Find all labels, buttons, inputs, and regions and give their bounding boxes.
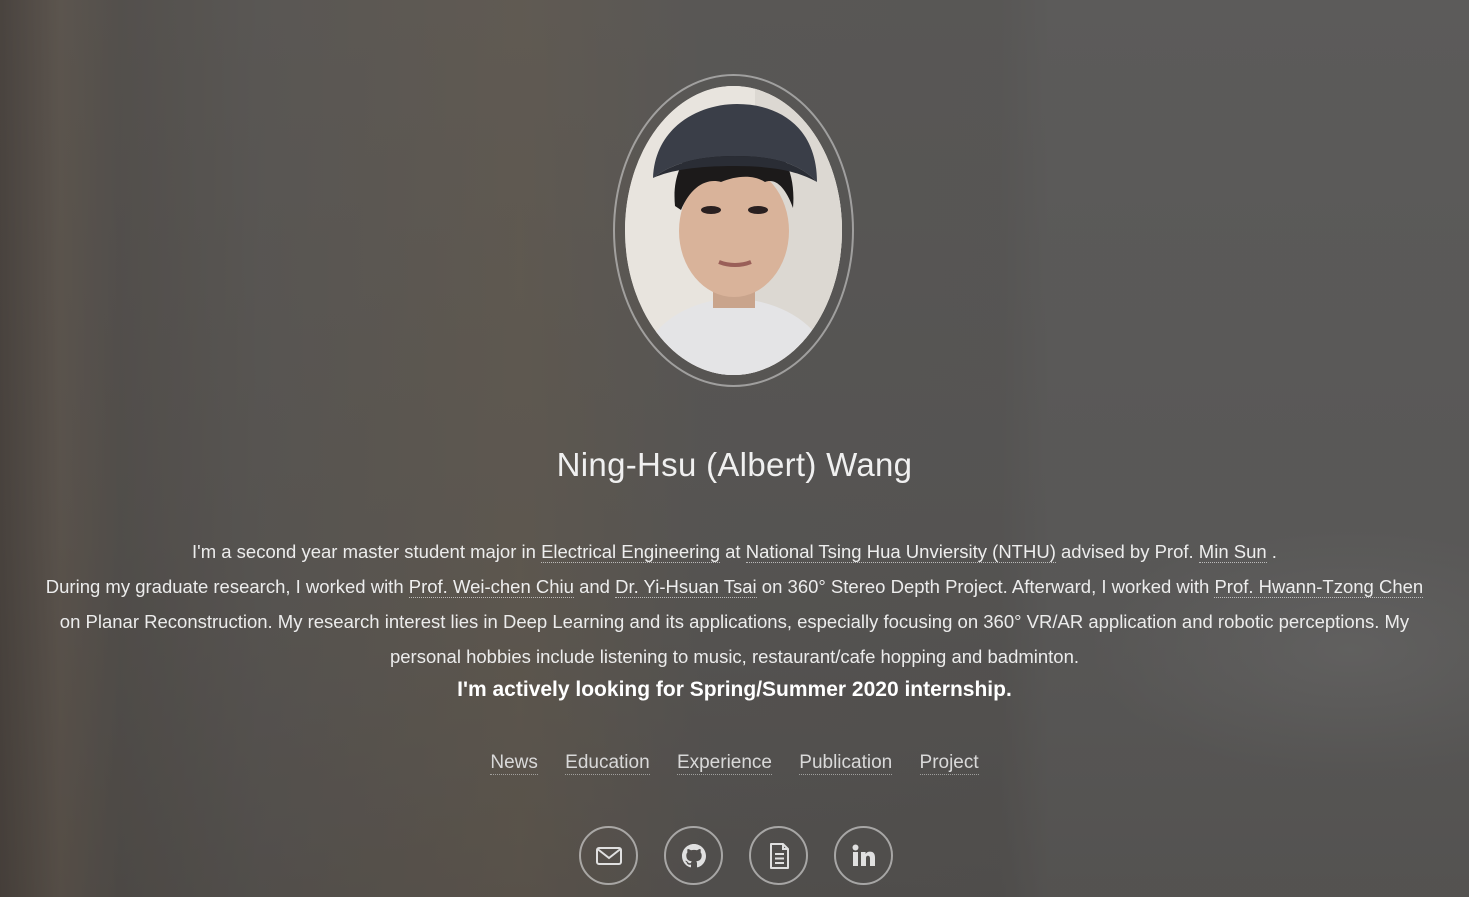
- nav-news[interactable]: News: [490, 752, 538, 775]
- nav-publication[interactable]: Publication: [799, 752, 893, 775]
- bio-text-segment: and: [573, 576, 616, 597]
- link-hwann-tzong-chen[interactable]: Prof. Hwann-Tzong Chen: [1214, 576, 1424, 598]
- profile-header: Ning-Hsu (Albert) Wang I'm a second year…: [0, 0, 1469, 897]
- envelope-icon: [595, 846, 622, 865]
- nav-experience[interactable]: Experience: [676, 752, 772, 775]
- bio-text-segment: .: [1266, 541, 1277, 562]
- link-yi-hsuan-tsai[interactable]: Dr. Yi-Hsuan Tsai: [615, 576, 757, 598]
- avatar-photo: [625, 86, 842, 375]
- avatar: [625, 86, 842, 375]
- linkedin-icon: [852, 844, 875, 866]
- bio-text-segment: advised by Prof.: [1055, 541, 1199, 562]
- link-electrical-engineering[interactable]: Electrical Engineering: [541, 541, 720, 563]
- social-links: [0, 826, 1469, 885]
- link-wei-chen-chiu[interactable]: Prof. Wei-chen Chiu: [408, 576, 574, 598]
- github-button[interactable]: [664, 826, 723, 885]
- bio-text: I'm a second year master student major i…: [40, 534, 1429, 674]
- profile-name: Ning-Hsu (Albert) Wang: [556, 446, 913, 483]
- bio-text-segment: During my graduate research, I worked wi…: [45, 576, 409, 597]
- linkedin-button[interactable]: [834, 826, 893, 885]
- email-button[interactable]: [579, 826, 638, 885]
- bio-text-segment: on Planar Reconstruction. My research in…: [59, 611, 1410, 667]
- link-nthu[interactable]: National Tsing Hua Unviersity (NTHU): [745, 541, 1056, 563]
- internship-callout: I'm actively looking for Spring/Summer 2…: [457, 678, 1012, 701]
- github-icon: [681, 843, 706, 867]
- section-nav: News Education Experience Publication Pr…: [0, 752, 1469, 775]
- document-icon: [769, 842, 789, 869]
- bio-text-segment: at: [720, 541, 746, 562]
- bio-text-segment: on 360° Stereo Depth Project. Afterward,…: [756, 576, 1215, 597]
- bio-text-segment: I'm a second year master student major i…: [192, 541, 542, 562]
- cv-button[interactable]: [749, 826, 808, 885]
- link-min-sun[interactable]: Min Sun: [1198, 541, 1267, 563]
- nav-education[interactable]: Education: [565, 752, 650, 775]
- nav-project[interactable]: Project: [919, 752, 979, 775]
